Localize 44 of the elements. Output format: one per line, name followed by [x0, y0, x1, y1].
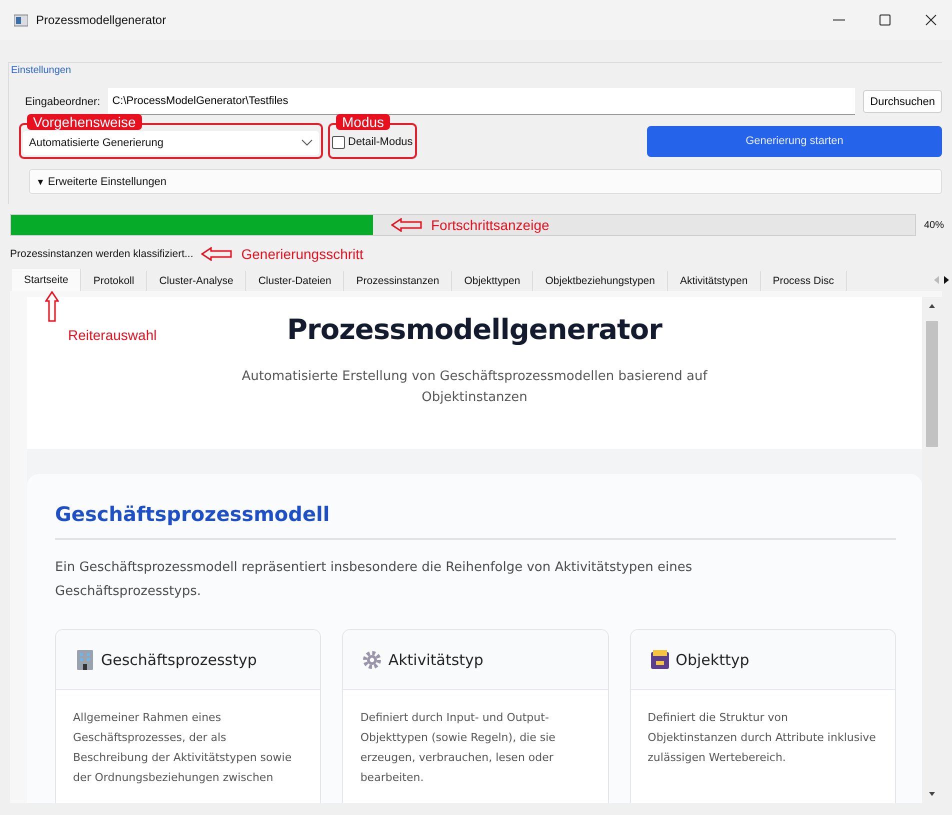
start-button[interactable]: Generierung starten — [647, 126, 942, 156]
page-title: Prozessmodellgenerator — [287, 313, 662, 346]
checkbox[interactable] — [332, 136, 345, 148]
left-arrow-icon — [201, 247, 234, 261]
checkbox-label[interactable]: Detail-Modus — [348, 136, 413, 148]
annotation-label: Modus — [336, 114, 390, 130]
section-text: Ein Geschäftsprozessmodell repräsentiert insbesondere die Reihenfolge von Aktivitätstypen eines Geschäftsprozesstyps. — [55, 559, 694, 601]
left-arrow-icon — [391, 218, 423, 232]
card-text: Definiert die Struktur von Objektinstanzen durch Attribute inklusive zulässigen Wertebereich. — [646, 710, 877, 766]
card-title: Objekttyp — [676, 650, 750, 668]
status-text: Prozessinstanzen werden klassifiziert... — [10, 248, 194, 260]
tab[interactable]: Startseite — [12, 269, 82, 291]
approach-dropdown[interactable]: Automatisierte Generierung — [23, 131, 319, 155]
building-icon — [74, 648, 96, 672]
section-heading: Geschäftsprozessmodell — [55, 502, 896, 540]
card-text: Allgemeiner Rahmen eines Geschäftsprozesses, der als Beschreibung der Aktivitätstypen sowie der Ordnungsbeziehungen zwischen — [72, 710, 293, 786]
chevron-icon — [301, 139, 313, 147]
box-icon — [648, 648, 671, 672]
scroll-down-icon[interactable] — [928, 791, 936, 797]
toggle-label: Erweiterte Einstellungen — [48, 176, 167, 188]
tab[interactable]: Process Disc — [760, 271, 847, 291]
scroll-up-icon[interactable] — [928, 303, 936, 309]
card-title: Aktivitätstyp — [388, 650, 484, 668]
up-arrow-icon — [45, 291, 60, 323]
card-title: Geschäftsprozesstyp — [101, 650, 257, 668]
annotation-label: Vorgehensweise — [27, 114, 142, 130]
progress-percentage: 40% — [924, 220, 946, 230]
triangle-icon: ▼ — [36, 176, 45, 186]
advanced-settings-toggle[interactable]: ▼ Erweiterte Einstellungen — [29, 169, 942, 194]
page-subtitle: Automatisierte Erstellung von Geschäftsprozessmodellen basierend auf Objektinstanzen — [240, 368, 709, 407]
annotation-text: Reiterauswahl — [68, 327, 157, 343]
browse-button[interactable]: Durchsuchen — [863, 90, 942, 113]
folder-input-field[interactable]: C:\ProcessModelGenerator\Testfiles — [108, 88, 856, 115]
scrollbar-thumb[interactable] — [926, 321, 938, 447]
annotation-text: Fortschrittsanzeige — [431, 217, 550, 233]
maximize-icon[interactable] — [878, 13, 892, 27]
app-icon — [14, 14, 28, 26]
scroll-right-icon[interactable] — [943, 275, 950, 285]
group-title: Einstellungen — [11, 65, 72, 76]
card-text: Definiert durch Input- und Output-Objekttypen (sowie Regeln), die sie erzeugen, verbrauchen, lesen oder bearbeiten. — [359, 710, 556, 786]
annotation-text: Generierungsschritt — [241, 246, 364, 262]
close-icon[interactable] — [924, 13, 938, 27]
window-title: Prozessmodellgenerator — [36, 13, 166, 27]
field-label: Eingabeordner: — [25, 96, 100, 108]
